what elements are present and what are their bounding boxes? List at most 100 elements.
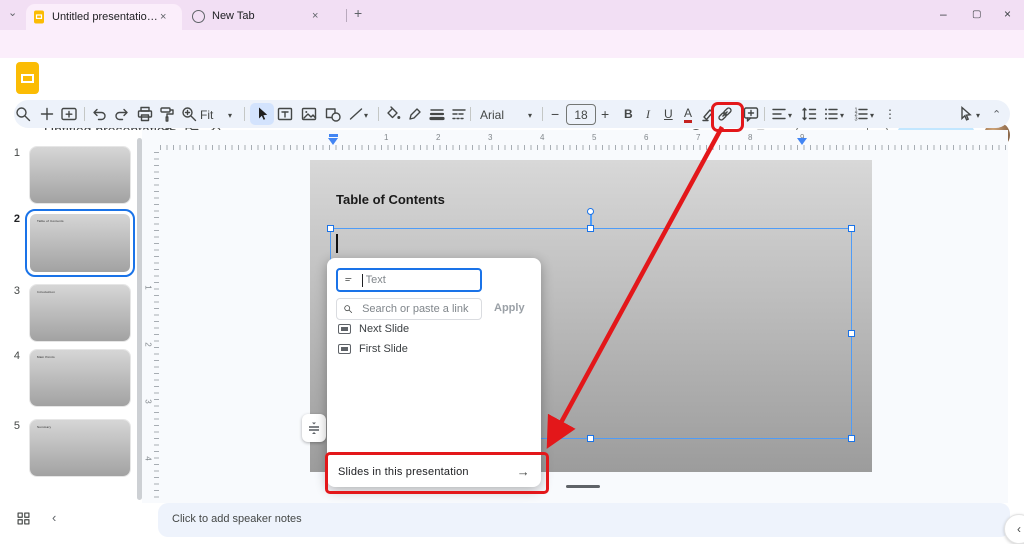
editing-mode-caret-icon[interactable]: ▾ [976,111,980,120]
rotation-handle[interactable] [587,208,594,215]
link-text-field[interactable] [336,268,482,292]
slide-resize-dash[interactable] [566,485,600,488]
speaker-notes-box[interactable]: Click to add speaker notes [158,503,1010,537]
option-label: Next Slide [359,323,409,335]
text-box-icon[interactable] [276,105,294,123]
fill-color-icon[interactable] [384,105,402,123]
slide-icon [338,324,351,334]
increase-font-size-button[interactable]: + [601,106,609,122]
resize-handle-bottom-right[interactable] [848,435,855,442]
italic-button[interactable]: I [646,107,650,122]
spacing-control-handle[interactable] [302,414,326,442]
insert-line-icon[interactable] [347,105,365,123]
annotation-box-link-icon [711,102,744,132]
grid-view-icon[interactable] [16,511,31,526]
font-size-field[interactable]: 18 [566,104,596,125]
zoom-dropdown-caret-icon[interactable]: ▾ [228,111,232,120]
undo-icon[interactable] [90,105,108,123]
font-dropdown-caret-icon[interactable]: ▾ [528,111,532,120]
window-minimize-button[interactable]: – [940,7,947,21]
insert-image-icon[interactable] [300,105,318,123]
bulleted-list-caret-icon[interactable]: ▾ [840,111,844,120]
numbered-list-icon[interactable]: 123 [852,105,870,123]
tab-close-icon[interactable]: × [160,11,166,23]
resize-handle-bottom-middle[interactable] [587,435,594,442]
browser-tab-new-tab[interactable]: New Tab × [186,4,344,28]
window-maximize-button[interactable]: ▢ [972,9,981,20]
slide-number: 1 [4,147,20,159]
print-icon[interactable] [136,105,154,123]
collapse-toolbar-icon[interactable]: ⌃ [992,108,1001,121]
select-tool-icon[interactable] [253,105,271,123]
new-tab-favicon [192,10,205,23]
link-option-first-slide[interactable]: First Slide [338,343,408,355]
font-family-dropdown[interactable]: Arial [480,108,504,122]
bulleted-list-icon[interactable] [822,105,840,123]
new-slide-plus-icon[interactable] [38,105,56,123]
link-text-input[interactable] [364,273,474,287]
redo-icon[interactable] [113,105,131,123]
slide-thumbnail-3[interactable]: Introduction [30,285,130,341]
bold-button[interactable]: B [624,107,633,121]
slide-thumbnail-1[interactable] [30,147,130,203]
slide-title-text[interactable]: Table of Contents [336,192,445,207]
insert-shape-icon[interactable] [324,105,342,123]
slide-thumbnail-4[interactable]: Main Points [30,350,130,406]
numbered-list-caret-icon[interactable]: ▾ [870,111,874,120]
slide-number: 3 [4,285,20,297]
tab-close-icon[interactable]: × [312,10,318,22]
slides-logo[interactable] [15,61,40,95]
border-weight-icon[interactable] [428,105,446,123]
resize-handle-top-middle[interactable] [587,225,594,232]
thumbnail-title: Table of Contents [37,219,64,223]
align-icon[interactable] [770,105,788,123]
left-indent-marker[interactable] [328,138,338,145]
align-dropdown-caret-icon[interactable]: ▾ [788,111,792,120]
toolbar-divider [84,107,85,121]
slide-thumbnail-2-selected[interactable]: Table of Contents [25,209,135,277]
right-indent-marker[interactable] [797,138,807,145]
zoom-level-dropdown[interactable]: Fit [200,108,213,122]
toolbar-divider [470,107,471,121]
link-search-field[interactable] [336,298,482,320]
tab-search-chevron-icon[interactable]: ⌄ [8,6,17,19]
toolbar-more-icon[interactable]: ⋮ [884,107,896,121]
search-icon [343,303,353,315]
resize-handle-top-right[interactable] [848,225,855,232]
browser-tab-active[interactable]: Untitled presentation - Google × [26,4,182,30]
text-color-button[interactable]: A [684,107,692,123]
svg-text:3: 3 [855,117,858,123]
slide-icon [338,344,351,354]
toolbar-divider [764,107,765,121]
underline-button[interactable]: U [664,107,673,121]
apply-button[interactable]: Apply [494,302,525,314]
ruler-number: 4 [540,133,544,142]
border-dash-icon[interactable] [450,105,468,123]
search-menus-icon[interactable] [14,105,32,123]
border-color-icon[interactable] [406,105,424,123]
link-search-input[interactable] [360,302,475,316]
toolbar-divider [542,107,543,121]
zoom-icon[interactable] [180,105,198,123]
indent-marker-bar[interactable] [329,134,338,137]
slide-thumbnail-5[interactable]: Summary [30,420,130,476]
text-cursor [336,234,338,253]
resize-handle-middle-right[interactable] [848,330,855,337]
ruler-number: 1 [384,133,388,142]
thumbnail-title: Main Points [37,355,55,359]
add-comment-icon[interactable] [742,105,760,123]
link-option-next-slide[interactable]: Next Slide [338,323,409,335]
hide-filmstrip-chevron-icon[interactable]: ‹ [52,510,56,525]
decrease-font-size-button[interactable]: − [551,106,559,122]
new-tab-button[interactable]: + [354,5,362,21]
editing-mode-pointer-icon[interactable] [956,105,974,123]
resize-handle-top-left[interactable] [327,225,334,232]
line-dropdown-caret-icon[interactable]: ▾ [364,111,368,120]
line-spacing-icon[interactable] [800,105,818,123]
window-close-button[interactable]: × [1004,7,1011,21]
new-slide-layout-icon[interactable] [60,105,78,123]
paint-format-icon[interactable] [158,105,176,123]
toolbar-divider [378,107,379,121]
ruler-number: 8 [748,133,752,142]
speaker-notes-placeholder: Click to add speaker notes [172,513,302,525]
